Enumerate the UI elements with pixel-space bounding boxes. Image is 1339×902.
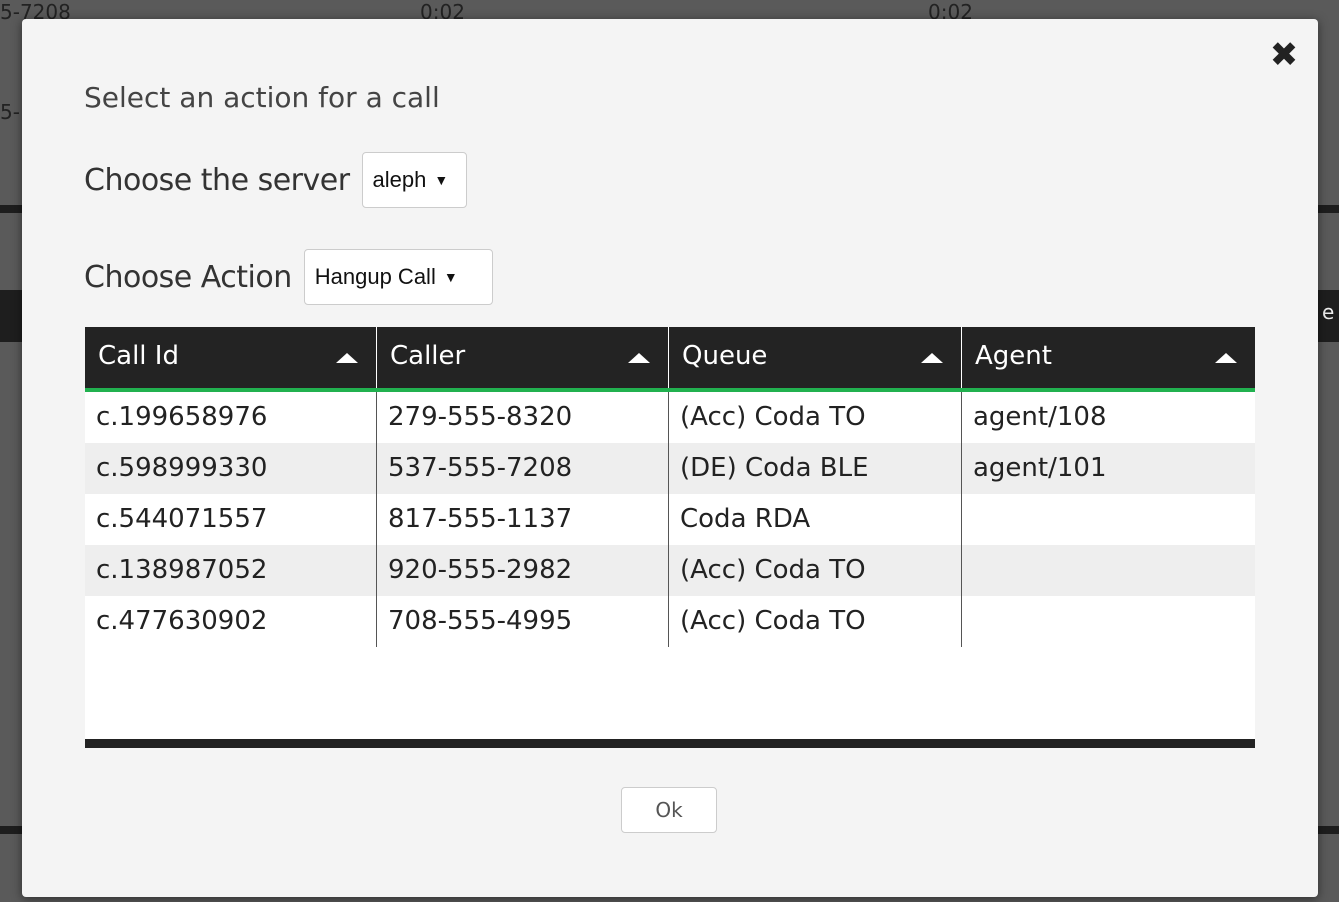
cell-call-id: c.544071557 (85, 494, 377, 545)
action-label: Choose Action (84, 259, 292, 295)
calls-table: Call Id Caller Queue Agent c.199658976 2… (85, 327, 1255, 748)
cell-agent: agent/108 (973, 402, 1107, 432)
cell-call-id: c.138987052 (85, 545, 377, 596)
table-row[interactable]: c.544071557 817-555-1137 Coda RDA (85, 494, 1255, 545)
cell-caller: 817-555-1137 (377, 494, 669, 545)
cell-caller: 920-555-2982 (377, 545, 669, 596)
modal-title: Select an action for a call (84, 81, 440, 114)
column-header-label: Agent (975, 341, 1052, 371)
server-row: Choose the server aleph ▼ (84, 152, 467, 208)
cell-queue: Coda RDA (669, 494, 962, 545)
cell-queue: (Acc) Coda TO (669, 545, 962, 596)
close-icon[interactable]: ✖ (1266, 37, 1302, 73)
column-header-label: Caller (390, 341, 466, 371)
server-label: Choose the server (84, 162, 350, 198)
call-action-modal: ✖ Select an action for a call Choose the… (22, 19, 1318, 897)
column-header-call-id[interactable]: Call Id (85, 327, 377, 388)
cell-caller: 279-555-8320 (377, 392, 669, 443)
sort-asc-icon (921, 353, 943, 363)
cell-agent: agent/101 (973, 453, 1107, 483)
server-select-value: aleph (372, 167, 427, 192)
action-select[interactable]: Hangup Call ▼ (303, 249, 493, 305)
cell-caller: 708-555-4995 (377, 596, 669, 647)
dropdown-arrow-icon: ▼ (434, 172, 449, 188)
cell-agent (962, 545, 1255, 596)
column-header-label: Queue (682, 341, 768, 371)
table-row[interactable]: c.199658976 279-555-8320 (Acc) Coda TO a… (85, 392, 1255, 443)
cell-queue: (Acc) Coda TO (669, 392, 962, 443)
dropdown-arrow-icon: ▼ (443, 269, 458, 285)
table-row[interactable]: c.477630902 708-555-4995 (Acc) Coda TO (85, 596, 1255, 647)
cell-queue: (Acc) Coda TO (669, 596, 962, 647)
sort-asc-icon (1215, 353, 1237, 363)
cell-agent (962, 596, 1255, 647)
cell-caller: 537-555-7208 (377, 443, 669, 494)
column-header-queue[interactable]: Queue (669, 327, 962, 388)
sort-asc-icon (628, 353, 650, 363)
action-select-value: Hangup Call (314, 264, 436, 289)
cell-queue: (DE) Coda BLE (669, 443, 962, 494)
column-header-label: Call Id (98, 341, 179, 371)
sort-asc-icon (336, 353, 358, 363)
cell-call-id: c.199658976 (85, 392, 377, 443)
ok-button[interactable]: Ok (621, 787, 717, 833)
action-row: Choose Action Hangup Call ▼ (84, 249, 493, 305)
table-row[interactable]: c.598999330 537-555-7208 (DE) Coda BLE a… (85, 443, 1255, 494)
table-header: Call Id Caller Queue Agent (85, 327, 1255, 392)
column-header-agent[interactable]: Agent (962, 327, 1255, 388)
cell-agent (962, 494, 1255, 545)
cell-call-id: c.477630902 (85, 596, 377, 647)
background-text: 5- (0, 100, 20, 124)
cell-call-id: c.598999330 (85, 443, 377, 494)
server-select[interactable]: aleph ▼ (361, 152, 467, 208)
column-header-caller[interactable]: Caller (377, 327, 669, 388)
table-row[interactable]: c.138987052 920-555-2982 (Acc) Coda TO (85, 545, 1255, 596)
background-text: e (1322, 300, 1335, 324)
